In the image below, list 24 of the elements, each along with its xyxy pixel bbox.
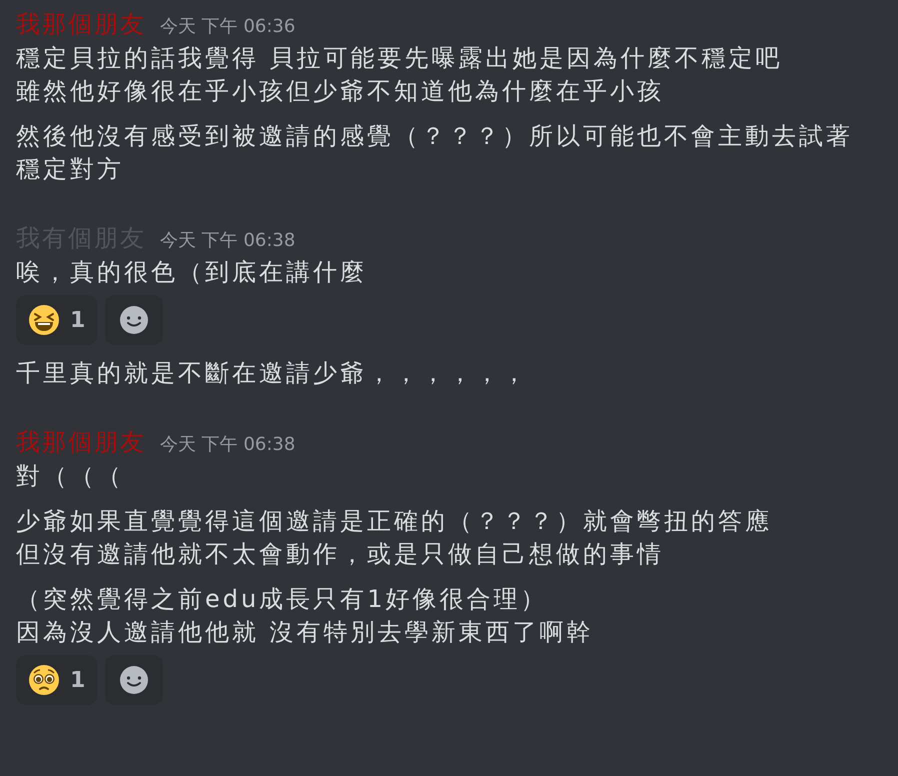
message-text: 少爺如果直覺覺得這個邀請是正確的（？？？）就會彆扭的答應: [16, 506, 772, 537]
add-reaction-button[interactable]: [105, 295, 164, 345]
reaction-button[interactable]: 1: [16, 295, 98, 345]
message-text: 雖然他好像很在乎小孩但少爺不知道他為什麼在乎小孩: [16, 76, 664, 107]
message-text: 然後他沒有感受到被邀請的感覺（？？？）所以可能也不會主動去試著: [16, 121, 853, 152]
pleading-emoji-icon: [28, 664, 60, 696]
username[interactable]: 我那個朋友: [16, 6, 146, 42]
laughing-emoji-icon: [28, 304, 60, 336]
message-text: （突然覺得之前edu成長只有1好像很合理）: [16, 584, 548, 615]
message-text: 因為沒人邀請他他就 沒有特別去學新東西了啊幹: [16, 617, 594, 648]
smiley-icon: [119, 305, 150, 335]
message-text: 穩定貝拉的話我覺得 貝拉可能要先曝露出她是因為什麼不穩定吧: [16, 43, 783, 74]
timestamp: 今天 下午 06:36: [160, 15, 296, 39]
message-text: 唉，真的很色（到底在講什麼: [16, 257, 367, 288]
username[interactable]: 我那個朋友: [16, 424, 146, 460]
message-text: 穩定對方: [16, 154, 124, 185]
message-text: 對（（（: [16, 461, 124, 492]
smiley-icon: [119, 665, 150, 695]
reaction-button[interactable]: 1: [16, 655, 98, 705]
timestamp: 今天 下午 06:38: [160, 229, 296, 253]
message-text: 但沒有邀請他就不太會動作，或是只做自己想做的事情: [16, 539, 664, 570]
message-text: 千里真的就是不斷在邀請少爺，，，，，，: [16, 358, 529, 389]
timestamp: 今天 下午 06:38: [160, 433, 296, 457]
add-reaction-button[interactable]: [105, 655, 164, 705]
